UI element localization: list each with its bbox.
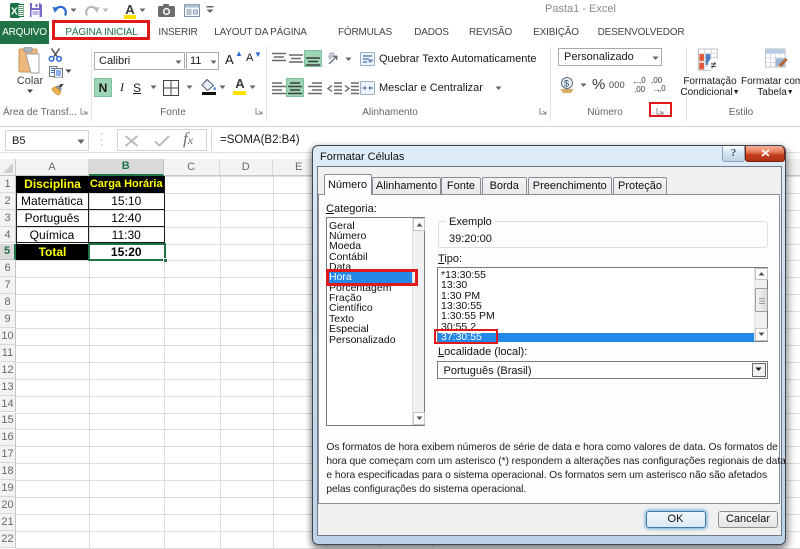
svg-text:≠: ≠	[710, 60, 716, 72]
svg-text:,0: ,0	[639, 76, 646, 85]
svg-text:,00: ,00	[634, 85, 646, 93]
svg-text:$: $	[564, 79, 569, 89]
svg-text:X: X	[11, 7, 18, 18]
svg-text:ab: ab	[327, 51, 337, 61]
